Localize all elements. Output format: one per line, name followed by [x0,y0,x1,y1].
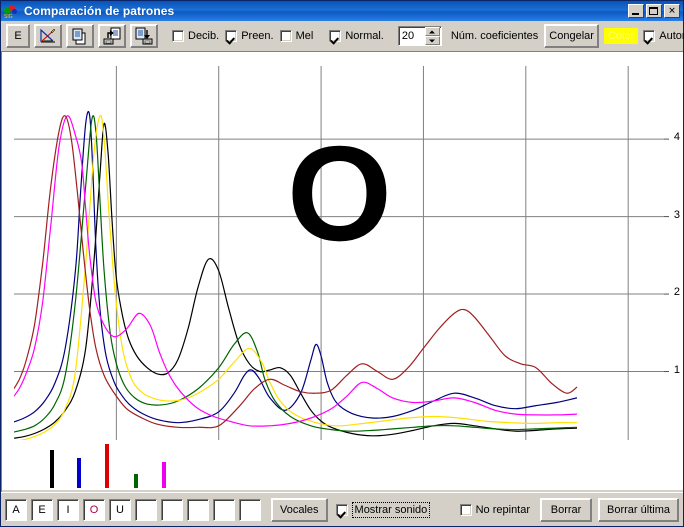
energy-button[interactable]: E [6,24,30,48]
spin-up-icon[interactable] [424,27,440,36]
coefficients-value[interactable]: 20 [399,30,425,42]
vowel-box-empty-9[interactable] [239,498,261,521]
mostrar-sonido-label: Mostrar sonido [351,501,431,518]
maximize-button[interactable] [646,4,662,18]
toolbar-coef-group: 20 Núm. coeficientes Congelar Color Auto… [395,22,684,50]
normal-checkbox[interactable]: Normal. [329,30,384,42]
decib-checkbox-box [172,30,184,42]
mostrar-sonido-checkbox-box [335,503,348,516]
toolbar-file-group: E [1,22,163,50]
decib-checkbox[interactable]: Decib. [172,30,219,42]
mel-checkbox[interactable]: Mel [279,30,314,42]
coefficients-label: Núm. coeficientes [450,30,539,42]
title-bar: SIG Comparación de patrones ✕ [1,1,683,21]
vowel-box-a[interactable]: A [5,498,27,521]
vowel-box-u[interactable]: U [109,498,131,521]
maximize-icon [649,7,658,15]
vowel-box-group: AEIOU [5,498,265,521]
preen-checkbox[interactable]: Preen. [225,30,274,42]
save-to-disk-button[interactable] [130,24,158,48]
main-toolbar: E Decib. Preen. Mel Normal. 20 Núm. coef… [1,21,684,52]
vowel-box-e[interactable]: E [31,498,53,521]
window-title: Comparación de patrones [24,4,175,18]
autom-checkbox[interactable]: Autom. [643,30,684,42]
open-from-disk-button[interactable] [98,24,126,48]
y-tick-1: 1 [673,363,680,376]
borrar-ultima-button[interactable]: Borrar última [598,497,679,522]
y-tick-2: 2 [673,286,680,299]
current-vowel-annotation: O [287,118,393,269]
vowel-box-empty-8[interactable] [213,498,235,521]
save-to-disk-icon [135,27,153,45]
spectrum-chart[interactable]: O Hertz 100020003000400050006000 1234 [1,52,683,492]
autom-label: Autom. [659,30,684,42]
open-from-disk-icon [103,27,121,45]
vowel-box-empty-5[interactable] [135,498,157,521]
measure-button[interactable] [34,24,62,48]
formant-bars-strip [2,440,683,492]
vowel-box-i[interactable]: I [57,498,79,521]
decib-label: Decib. [188,30,220,42]
close-icon: ✕ [668,5,676,16]
coefficients-stepper[interactable]: 20 [397,26,442,46]
y-tick-3: 3 [673,208,680,221]
copy-documents-icon [72,28,86,45]
no-repintar-checkbox[interactable]: No repintar [459,503,531,516]
borrar-button[interactable]: Borrar [540,497,593,522]
freeze-button[interactable]: Congelar [544,24,599,48]
normal-label: Normal. [345,30,384,42]
color-button[interactable]: Color [603,28,639,44]
vocales-button[interactable]: Vocales [271,497,328,522]
preen-label: Preen. [241,30,274,42]
minimize-button[interactable] [628,4,644,18]
minimize-icon [632,13,639,15]
window-controls: ✕ [628,4,681,18]
mel-checkbox-box [279,30,292,42]
normal-checkbox-box [329,30,342,42]
vowel-box-o[interactable]: O [83,498,105,521]
copy-button[interactable] [66,24,94,48]
application-window: SIG Comparación de patrones ✕ E Decib. P… [0,0,684,527]
spin-down-icon[interactable] [424,36,440,45]
vowel-box-empty-7[interactable] [187,498,209,521]
toolbar-normal-group: Normal. [324,22,391,50]
mostrar-sonido-checkbox[interactable]: Mostrar sonido [335,501,431,518]
toolbar-scale-group: Decib. Preen. Mel [167,22,320,50]
bottom-toolbar: AEIOU Vocales Mostrar sonido No repintar… [1,492,683,526]
ruler-pencil-icon [40,28,56,43]
formant-bars-svg [2,444,683,492]
no-repintar-checkbox-box [459,503,472,516]
close-button[interactable]: ✕ [664,4,680,18]
coefficients-spin-arrows[interactable] [424,27,440,45]
autom-checkbox-box [643,30,656,42]
vowel-box-empty-6[interactable] [161,498,183,521]
y-tick-4: 4 [673,131,680,144]
mel-label: Mel [295,30,314,42]
app-palette-icon: SIG [4,4,20,20]
preen-checkbox-box [225,30,238,42]
no-repintar-label: No repintar [475,503,531,516]
